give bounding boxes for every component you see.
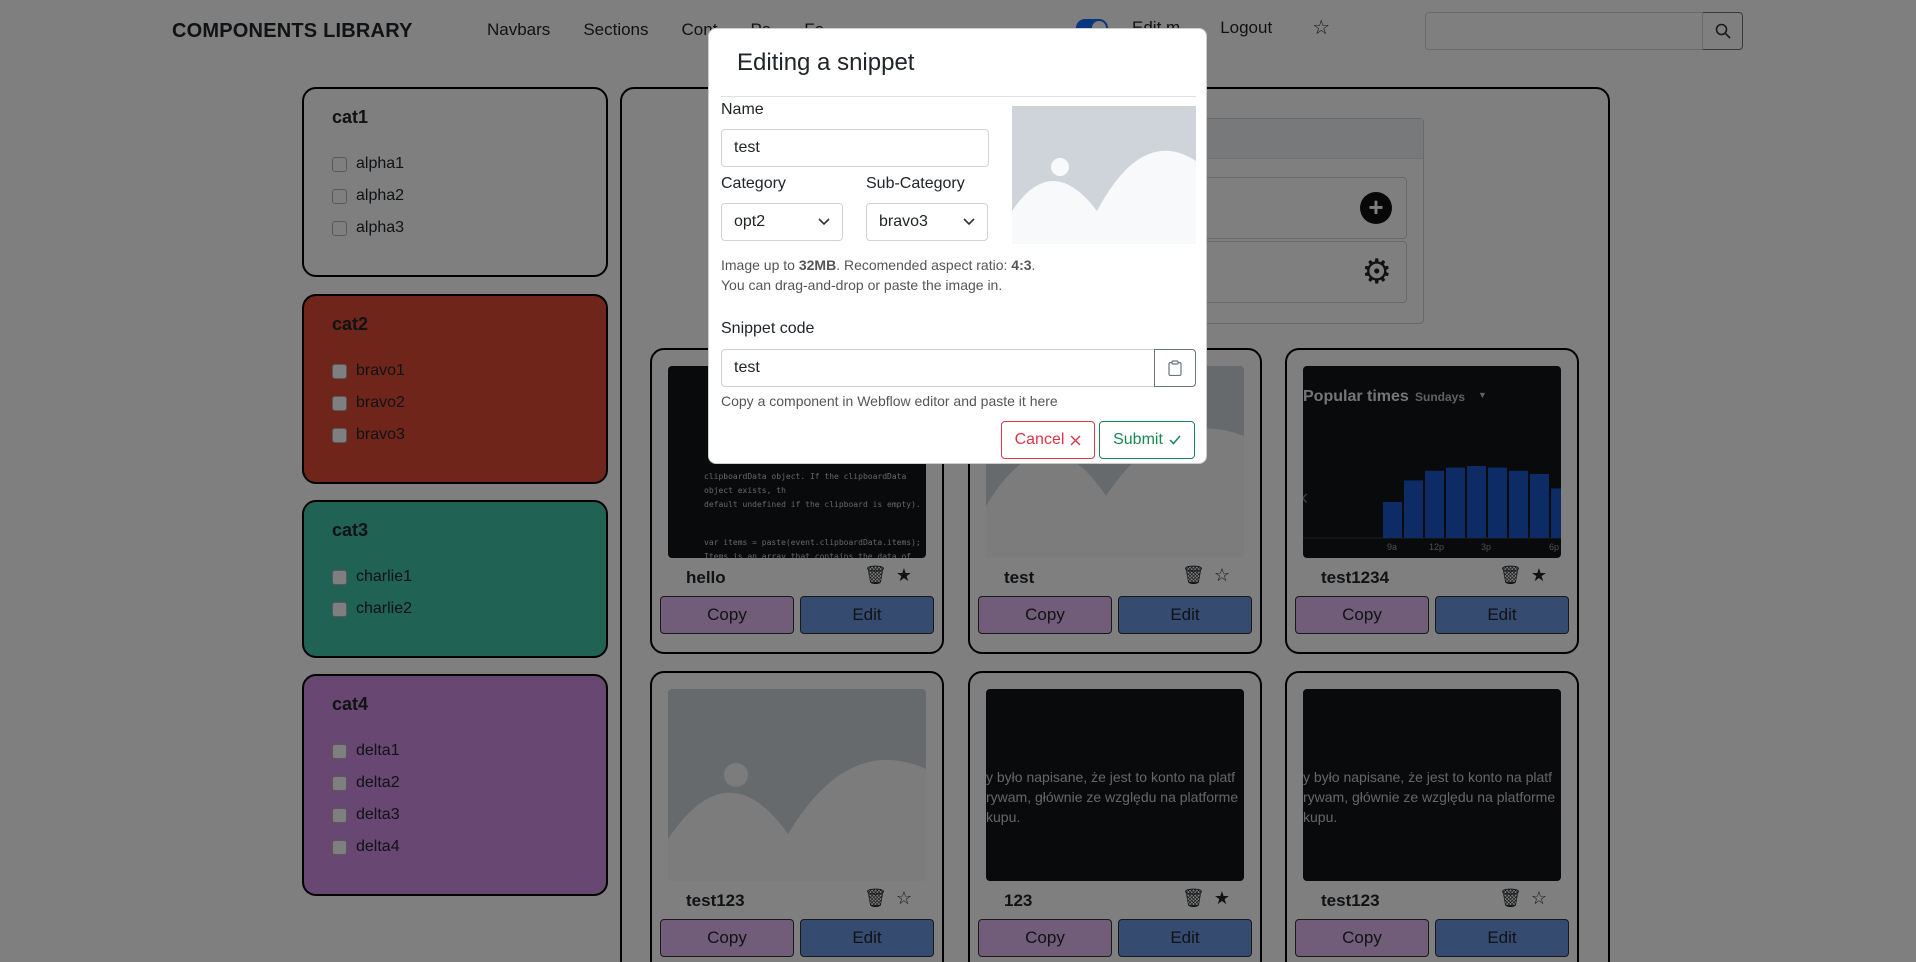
check-icon (1169, 435, 1181, 445)
modal-divider (721, 96, 1196, 97)
edit-snippet-modal: Editing a snippet Name test Category opt… (708, 28, 1207, 464)
snippet-code-input[interactable]: test (721, 349, 1155, 387)
close-icon (1070, 435, 1081, 445)
category-label: Category (721, 175, 786, 192)
subcategory-selected: bravo3 (879, 213, 928, 230)
submit-button[interactable]: Submit (1099, 421, 1195, 459)
cancel-label: Cancel (1014, 431, 1065, 448)
clipboard-icon (1168, 360, 1182, 376)
subcategory-label: Sub-Category (866, 175, 965, 192)
image-help-line2: You can drag-and-drop or paste the image… (721, 277, 1003, 293)
name-input[interactable]: test (721, 129, 989, 167)
chevron-down-icon (963, 218, 975, 226)
category-select[interactable]: opt2 (721, 203, 843, 241)
submit-label: Submit (1113, 431, 1163, 448)
cancel-button[interactable]: Cancel (1001, 421, 1095, 459)
category-selected: opt2 (734, 213, 766, 230)
image-placeholder-icon (1012, 106, 1196, 244)
paste-button[interactable] (1154, 349, 1196, 387)
image-help-line1: Image up to 32MB. Recomended aspect rati… (721, 257, 1036, 273)
snippet-code-help: Copy a component in Webflow editor and p… (721, 393, 1058, 409)
chevron-down-icon (818, 218, 830, 226)
name-label: Name (721, 101, 764, 118)
image-drop-zone[interactable] (1012, 106, 1196, 244)
subcategory-select[interactable]: bravo3 (866, 203, 988, 241)
snippet-code-label: Snippet code (721, 320, 815, 337)
modal-title: Editing a snippet (737, 49, 915, 76)
